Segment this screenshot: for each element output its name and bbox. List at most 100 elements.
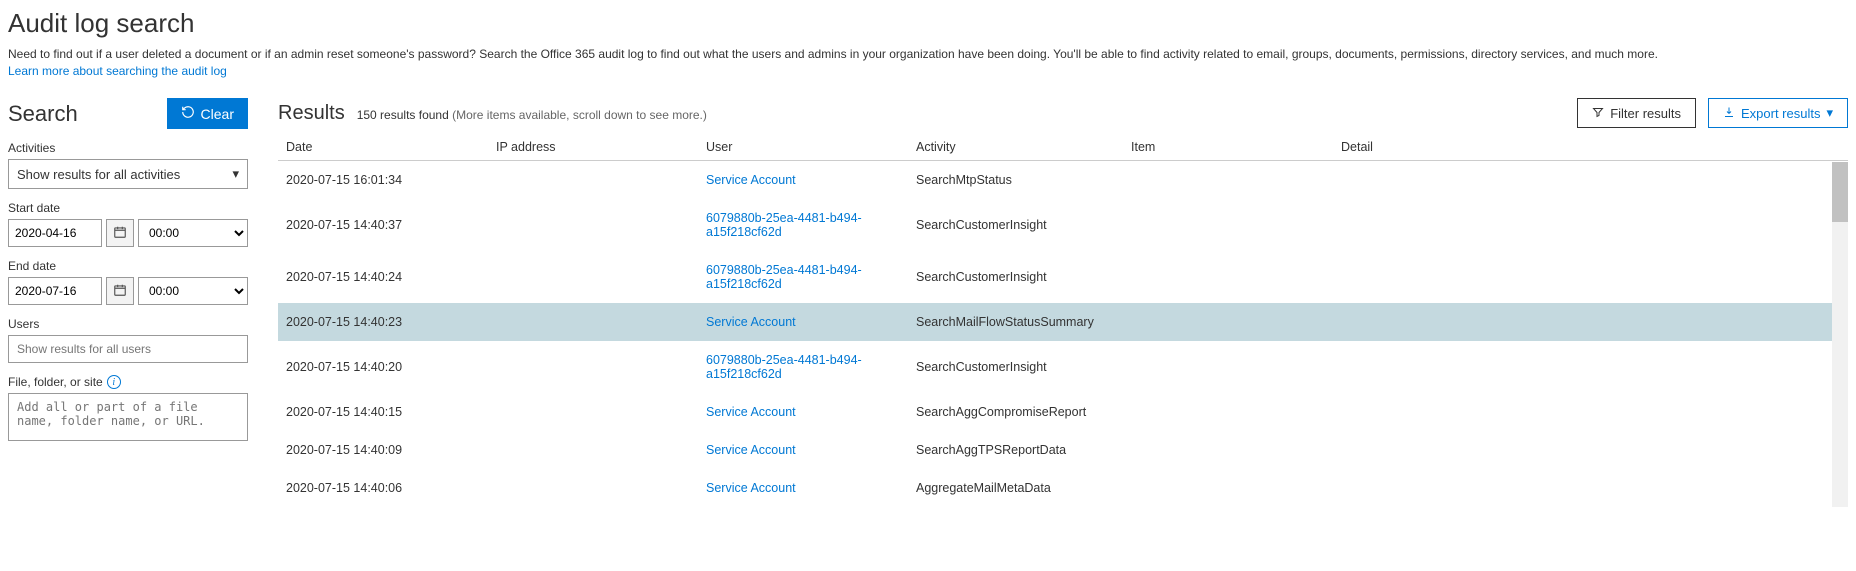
user-link[interactable]: Service Account bbox=[706, 443, 796, 457]
table-row[interactable]: 2020-07-15 14:40:376079880b-25ea-4481-b4… bbox=[278, 199, 1848, 251]
cell-ip bbox=[488, 199, 698, 251]
col-ip[interactable]: IP address bbox=[488, 134, 698, 161]
start-time-select[interactable]: 00:00 bbox=[138, 219, 248, 247]
undo-icon bbox=[181, 105, 195, 122]
col-detail[interactable]: Detail bbox=[1333, 134, 1848, 161]
cell-ip bbox=[488, 469, 698, 507]
cell-activity: SearchAggTPSReportData bbox=[908, 431, 1123, 469]
caret-down-icon: ▾ bbox=[232, 166, 239, 182]
results-panel: Results 150 results found (More items av… bbox=[278, 98, 1848, 507]
filter-results-label: Filter results bbox=[1610, 106, 1681, 121]
table-row[interactable]: 2020-07-15 14:40:24 6079880b-25ea-4481-b4… bbox=[278, 251, 1848, 303]
vertical-scrollbar[interactable] bbox=[1832, 162, 1848, 507]
search-heading: Search bbox=[8, 101, 78, 127]
cell-item bbox=[1123, 303, 1333, 341]
caret-down-icon: ▾ bbox=[1826, 105, 1833, 121]
filter-results-button[interactable]: Filter results bbox=[1577, 98, 1696, 128]
cell-user: 6079880b-25ea-4481-b494-a15f218cf62d bbox=[698, 251, 908, 303]
learn-more-link[interactable]: Learn more about searching the audit log bbox=[8, 64, 227, 78]
cell-detail bbox=[1333, 393, 1848, 431]
results-heading: Results bbox=[278, 102, 345, 125]
cell-user: 6079880b-25ea-4481-b494-a15f218cf62d bbox=[698, 199, 908, 251]
table-row[interactable]: 2020-07-15 14:40:20 6079880b-25ea-4481-b4… bbox=[278, 341, 1848, 393]
cell-ip bbox=[488, 431, 698, 469]
clear-button[interactable]: Clear bbox=[167, 98, 248, 129]
search-panel: Search Clear Activities Show results for… bbox=[8, 98, 248, 507]
cell-item bbox=[1123, 199, 1333, 251]
cell-date: 2020-07-15 14:40:15 bbox=[278, 393, 488, 431]
cell-activity: SearchCustomerInsight bbox=[908, 199, 1123, 251]
cell-activity: SearchMtpStatus bbox=[908, 161, 1123, 200]
cell-detail bbox=[1333, 431, 1848, 469]
cell-date: 2020-07-15 14:40:23 bbox=[278, 303, 488, 341]
cell-item bbox=[1123, 431, 1333, 469]
user-link[interactable]: Service Account bbox=[706, 173, 796, 187]
cell-detail bbox=[1333, 251, 1848, 303]
page-title: Audit log search bbox=[8, 8, 1848, 39]
cell-ip bbox=[488, 393, 698, 431]
cell-user: 6079880b-25ea-4481-b494-a15f218cf62d bbox=[698, 341, 908, 393]
cell-detail bbox=[1333, 303, 1848, 341]
users-input[interactable] bbox=[8, 335, 248, 363]
cell-item bbox=[1123, 341, 1333, 393]
start-date-calendar-button[interactable] bbox=[106, 219, 134, 247]
table-row[interactable]: 2020-07-15 14:40:06 Service Account Aggreg… bbox=[278, 469, 1848, 507]
end-date-calendar-button[interactable] bbox=[106, 277, 134, 305]
table-row[interactable]: 2020-07-15 14:40:09 Service Account Search… bbox=[278, 431, 1848, 469]
end-time-select[interactable]: 00:00 bbox=[138, 277, 248, 305]
cell-user: Service Account bbox=[698, 393, 908, 431]
cell-user: Service Account bbox=[698, 431, 908, 469]
activities-select[interactable]: Show results for all activities ▾ bbox=[8, 159, 248, 189]
user-link[interactable]: 6079880b-25ea-4481-b494-a15f218cf62d bbox=[706, 263, 862, 291]
cell-date: 2020-07-15 16:01:34 bbox=[278, 161, 488, 200]
start-date-label: Start date bbox=[8, 201, 248, 215]
cell-ip bbox=[488, 341, 698, 393]
col-date[interactable]: Date bbox=[278, 134, 488, 161]
user-link[interactable]: 6079880b-25ea-4481-b494-a15f218cf62d bbox=[706, 211, 862, 239]
user-link[interactable]: 6079880b-25ea-4481-b494-a15f218cf62d bbox=[706, 353, 862, 381]
cell-ip bbox=[488, 161, 698, 200]
calendar-icon bbox=[113, 283, 127, 300]
cell-user: Service Account bbox=[698, 469, 908, 507]
cell-activity: SearchAggCompromiseReport bbox=[908, 393, 1123, 431]
col-activity[interactable]: Activity bbox=[908, 134, 1123, 161]
cell-date: 2020-07-15 14:40:06 bbox=[278, 469, 488, 507]
clear-button-label: Clear bbox=[201, 106, 234, 122]
scrollbar-thumb[interactable] bbox=[1832, 162, 1848, 222]
cell-ip bbox=[488, 251, 698, 303]
cell-detail bbox=[1333, 161, 1848, 200]
users-label: Users bbox=[8, 317, 248, 331]
calendar-icon bbox=[113, 225, 127, 242]
file-input[interactable] bbox=[8, 393, 248, 441]
cell-activity: AggregateMailMetaData bbox=[908, 469, 1123, 507]
user-link[interactable]: Service Account bbox=[706, 405, 796, 419]
filter-icon bbox=[1592, 106, 1604, 121]
activities-label: Activities bbox=[8, 141, 248, 155]
results-meta: 150 results found (More items available,… bbox=[357, 108, 707, 122]
page-description: Need to find out if a user deleted a doc… bbox=[8, 47, 1848, 61]
col-user[interactable]: User bbox=[698, 134, 908, 161]
cell-date: 2020-07-15 14:40:24 bbox=[278, 251, 488, 303]
end-date-input[interactable] bbox=[8, 277, 102, 305]
export-results-button[interactable]: Export results ▾ bbox=[1708, 98, 1848, 128]
cell-activity: SearchMailFlowStatusSummary bbox=[908, 303, 1123, 341]
info-icon[interactable]: i bbox=[107, 375, 121, 389]
results-table: Date IP address User Activity Item Detai… bbox=[278, 134, 1848, 507]
cell-item bbox=[1123, 393, 1333, 431]
cell-activity: SearchCustomerInsight bbox=[908, 341, 1123, 393]
cell-date: 2020-07-15 14:40:20 bbox=[278, 341, 488, 393]
col-item[interactable]: Item bbox=[1123, 134, 1333, 161]
table-row[interactable]: 2020-07-15 14:40:15 Service Account Search… bbox=[278, 393, 1848, 431]
file-label: File, folder, or site i bbox=[8, 375, 248, 389]
cell-date: 2020-07-15 14:40:09 bbox=[278, 431, 488, 469]
cell-user: Service Account bbox=[698, 303, 908, 341]
activities-select-value: Show results for all activities bbox=[17, 167, 180, 182]
user-link[interactable]: Service Account bbox=[706, 315, 796, 329]
download-icon bbox=[1723, 106, 1735, 121]
user-link[interactable]: Service Account bbox=[706, 481, 796, 495]
start-date-input[interactable] bbox=[8, 219, 102, 247]
export-results-label: Export results bbox=[1741, 106, 1820, 121]
cell-detail bbox=[1333, 199, 1848, 251]
table-row[interactable]: 2020-07-15 16:01:34 Service Account Search… bbox=[278, 161, 1848, 200]
table-row[interactable]: 2020-07-15 14:40:23 Service Account Search… bbox=[278, 303, 1848, 341]
